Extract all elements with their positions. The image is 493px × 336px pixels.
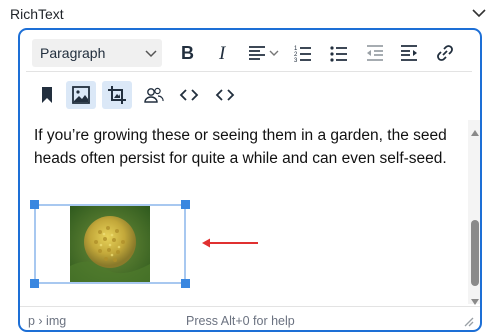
chevron-down-icon[interactable] [471, 6, 487, 20]
resize-handle-top-left[interactable] [30, 200, 39, 209]
resize-handle-bottom-right[interactable] [181, 279, 190, 288]
toolbar-row-insert [26, 78, 472, 112]
editor-resize-icon[interactable] [462, 315, 474, 327]
chevron-down-icon [144, 47, 158, 59]
link-button[interactable] [430, 39, 460, 67]
block-format-select[interactable]: Paragraph [32, 39, 162, 67]
outdent-button[interactable] [360, 39, 390, 67]
numbered-list-button[interactable]: 123 [288, 39, 318, 67]
resize-handle-bottom-left[interactable] [30, 279, 39, 288]
svg-text:I: I [218, 43, 227, 63]
scroll-up-icon[interactable] [471, 123, 479, 136]
bookmark-button[interactable] [32, 81, 62, 109]
italic-button[interactable]: I [208, 39, 238, 67]
svg-text:3: 3 [294, 58, 298, 63]
content-paragraph[interactable]: If you’re growing these or seeing them i… [34, 124, 454, 170]
bold-button[interactable]: B [172, 39, 202, 67]
editor-content-area[interactable]: If you’re growing these or seeing them i… [20, 120, 468, 304]
element-path[interactable]: p › img [28, 314, 66, 328]
editor-statusbar: p › img Press Alt+0 for help [20, 306, 480, 330]
indent-button[interactable] [394, 39, 424, 67]
bullet-list-button[interactable] [324, 39, 354, 67]
rich-text-editor[interactable]: Paragraph B I 1 2 3 If you’re growing th… [18, 28, 482, 332]
editor-toolbar: Paragraph B I 1 2 3 [26, 34, 472, 118]
users-button[interactable] [138, 81, 168, 109]
toolbar-row-formatting: Paragraph B I 1 2 3 [26, 34, 472, 72]
scrollbar-thumb[interactable] [471, 220, 479, 286]
field-label: RichText [10, 6, 64, 22]
block-format-value: Paragraph [40, 45, 106, 61]
svg-text:B: B [181, 43, 194, 63]
image-button[interactable] [66, 81, 96, 109]
help-hint: Press Alt+0 for help [186, 314, 295, 328]
flower-seed-head-image[interactable] [70, 206, 150, 282]
scroll-down-icon[interactable] [471, 292, 479, 305]
selected-image[interactable] [30, 200, 190, 288]
align-button[interactable] [242, 39, 282, 67]
annotation-arrow [200, 236, 260, 248]
crop-button[interactable] [102, 81, 132, 109]
resize-handle-top-right[interactable] [181, 200, 190, 209]
code-button[interactable] [174, 81, 204, 109]
field-header: RichText [0, 0, 493, 28]
vertical-scrollbar[interactable] [468, 120, 480, 305]
source-code-button[interactable] [210, 81, 240, 109]
